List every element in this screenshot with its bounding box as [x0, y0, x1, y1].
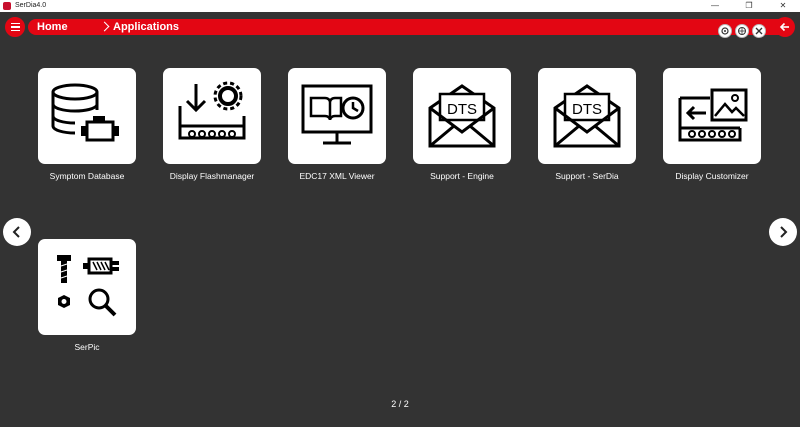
app-tile[interactable] — [38, 68, 136, 164]
app-support-serdia[interactable]: DTS Support - SerDia — [517, 68, 657, 181]
chevron-right-icon — [99, 21, 110, 32]
app-label: Display Flashmanager — [169, 171, 255, 181]
app-tile[interactable] — [288, 68, 386, 164]
app-serpic[interactable]: SerPic — [17, 239, 157, 352]
breadcrumb: Home Applications — [28, 19, 794, 38]
minimize-button[interactable]: — — [698, 0, 732, 12]
app-support-engine[interactable]: DTS Support - Engine — [392, 68, 532, 181]
window-controls: — ❐ ✕ — [698, 0, 800, 12]
window-titlebar: SerDia4.0 — ❐ ✕ — [0, 0, 800, 12]
monitor-book-clock-icon — [301, 84, 373, 145]
chevron-left-icon — [12, 226, 20, 238]
network-icon[interactable] — [735, 24, 749, 38]
app-tile[interactable] — [38, 239, 136, 335]
dts-badge: DTS — [572, 101, 602, 118]
breadcrumb-home[interactable]: Home — [37, 19, 68, 35]
app-label: EDC17 XML Viewer — [299, 171, 375, 181]
app-label: SerPic — [74, 342, 100, 352]
parts-search-icon — [57, 255, 119, 317]
navigation-bar: Home Applications — [0, 15, 800, 39]
download-gear-icon — [178, 81, 246, 140]
next-page-button[interactable] — [769, 218, 797, 246]
app-label: Support - Engine — [430, 171, 494, 181]
breadcrumb-current: Applications — [113, 21, 180, 33]
app-display-customizer[interactable]: Display Customizer — [642, 68, 782, 181]
toolbar-icons — [718, 23, 766, 39]
hamburger-icon — [10, 22, 20, 25]
previous-page-button[interactable] — [3, 218, 31, 246]
page-indicator: 2 / 2 — [391, 399, 409, 409]
close-button[interactable]: ✕ — [766, 0, 800, 12]
app-tile[interactable] — [663, 68, 761, 164]
app-logo-icon — [3, 2, 11, 10]
tools-icon[interactable] — [752, 24, 766, 38]
app-label: Symptom Database — [49, 171, 125, 181]
envelope-dts-icon: DTS — [428, 84, 496, 148]
app-edc17-xml-viewer[interactable]: EDC17 XML Viewer — [267, 68, 407, 181]
app-display-flashmanager[interactable]: Display Flashmanager — [142, 68, 282, 181]
app-label: Support - SerDia — [555, 171, 619, 181]
arrow-left-icon — [779, 22, 789, 32]
app-symptom-database[interactable]: Symptom Database — [17, 68, 157, 181]
settings-icon[interactable] — [718, 24, 732, 38]
maximize-button[interactable]: ❐ — [732, 0, 766, 12]
envelope-dts-icon: DTS — [553, 84, 621, 148]
app-tile[interactable]: DTS — [538, 68, 636, 164]
database-engine-icon — [51, 83, 119, 142]
app-tile[interactable]: DTS — [413, 68, 511, 164]
chevron-right-icon — [780, 226, 788, 238]
app-tile[interactable] — [163, 68, 261, 164]
window-title: SerDia4.0 — [15, 2, 47, 9]
app-label: Display Customizer — [675, 171, 749, 181]
menu-button[interactable] — [5, 17, 25, 37]
display-image-icon — [678, 88, 748, 142]
dts-badge: DTS — [447, 101, 477, 118]
back-button[interactable] — [775, 17, 795, 37]
